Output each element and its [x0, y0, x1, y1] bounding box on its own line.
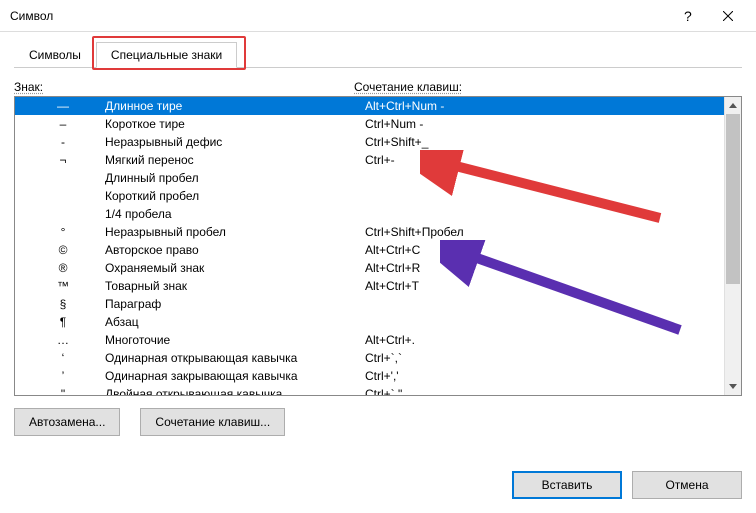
list-item[interactable]: …МноготочиеAlt+Ctrl+. [15, 331, 724, 349]
list-item-symbol: § [21, 297, 105, 311]
list-item-name: Одинарная открывающая кавычка [105, 351, 365, 365]
list-item-shortcut: Alt+Ctrl+. [365, 333, 724, 347]
help-button[interactable]: ? [668, 0, 708, 32]
list-item-shortcut: Ctrl+`," [365, 387, 724, 395]
list-item-name: Многоточие [105, 333, 365, 347]
scroll-up-button[interactable] [725, 97, 741, 114]
list-item[interactable]: ®Охраняемый знакAlt+Ctrl+R [15, 259, 724, 277]
list-item-shortcut: Ctrl+',' [365, 369, 724, 383]
tab-special-chars[interactable]: Специальные знаки [96, 42, 237, 68]
list-item-name: Неразрывный пробел [105, 225, 365, 239]
list-item-name: Одинарная закрывающая кавычка [105, 369, 365, 383]
list-item-name: Двойная открывающая кавычка [105, 387, 365, 395]
window-title: Символ [10, 9, 668, 23]
scroll-thumb[interactable] [726, 114, 740, 284]
list-item-shortcut: Ctrl+Shift+Пробел [365, 225, 724, 239]
list-item-name: Неразрывный дефис [105, 135, 365, 149]
column-header-shortcut: Сочетание клавиш: [354, 80, 462, 94]
list-item[interactable]: Длинный пробел [15, 169, 724, 187]
list-item[interactable]: Короткий пробел [15, 187, 724, 205]
list-item-name: Длинное тире [105, 99, 365, 113]
scrollbar[interactable] [724, 97, 741, 395]
tab-strip: Символы Специальные знаки [14, 40, 742, 68]
list-item[interactable]: -Неразрывный дефисCtrl+Shift+_ [15, 133, 724, 151]
list-item-name: Короткий пробел [105, 189, 365, 203]
close-button[interactable] [708, 0, 748, 32]
list-item-name: Мягкий перенос [105, 153, 365, 167]
list-item[interactable]: ‘Одинарная открывающая кавычкаCtrl+`,` [15, 349, 724, 367]
cancel-button[interactable]: Отмена [632, 471, 742, 499]
list-item[interactable]: ™Товарный знакAlt+Ctrl+T [15, 277, 724, 295]
list-item-shortcut: Alt+Ctrl+R [365, 261, 724, 275]
list-item-name: Короткое тире [105, 117, 365, 131]
list-item[interactable]: ©Авторское правоAlt+Ctrl+C [15, 241, 724, 259]
column-header-symbol: Знак: [14, 80, 43, 94]
list-item-symbol: ° [21, 225, 105, 239]
list-item-shortcut: Ctrl+`,` [365, 351, 724, 365]
list-item-name: Абзац [105, 315, 365, 329]
list-item-name: Товарный знак [105, 279, 365, 293]
list-item[interactable]: "Двойная открывающая кавычкаCtrl+`," [15, 385, 724, 395]
special-chars-listbox[interactable]: —Длинное тиреAlt+Ctrl+Num -–Короткое тир… [14, 96, 742, 396]
scroll-down-button[interactable] [725, 378, 741, 395]
list-item-symbol: " [21, 387, 105, 395]
list-item-symbol: ’ [21, 369, 105, 383]
list-item-name: Авторское право [105, 243, 365, 257]
list-item-symbol: - [21, 135, 105, 149]
list-item-name: Длинный пробел [105, 171, 365, 185]
list-item[interactable]: §Параграф [15, 295, 724, 313]
list-item-shortcut: Ctrl+- [365, 153, 724, 167]
list-item-symbol: ¬ [21, 153, 105, 167]
list-item[interactable]: —Длинное тиреAlt+Ctrl+Num - [15, 97, 724, 115]
list-item[interactable]: ¶Абзац [15, 313, 724, 331]
list-item-name: 1/4 пробела [105, 207, 365, 221]
list-item-symbol: – [21, 117, 105, 131]
tab-symbols[interactable]: Символы [14, 42, 96, 68]
list-item-symbol: ¶ [21, 315, 105, 329]
autocorrect-button[interactable]: Автозамена... [14, 408, 120, 436]
list-item-symbol: ® [21, 261, 105, 275]
list-item[interactable]: 1/4 пробела [15, 205, 724, 223]
titlebar: Символ ? [0, 0, 756, 32]
list-item-symbol: © [21, 243, 105, 257]
list-item[interactable]: °Неразрывный пробелCtrl+Shift+Пробел [15, 223, 724, 241]
insert-button[interactable]: Вставить [512, 471, 622, 499]
list-item[interactable]: –Короткое тиреCtrl+Num - [15, 115, 724, 133]
svg-text:?: ? [684, 9, 692, 23]
list-item-shortcut: Alt+Ctrl+C [365, 243, 724, 257]
list-item-shortcut: Ctrl+Shift+_ [365, 135, 724, 149]
list-item-shortcut: Alt+Ctrl+T [365, 279, 724, 293]
list-item-name: Параграф [105, 297, 365, 311]
list-item[interactable]: ¬Мягкий переносCtrl+- [15, 151, 724, 169]
list-item-symbol: ™ [21, 279, 105, 293]
list-item-symbol: ‘ [21, 351, 105, 365]
list-item-shortcut: Alt+Ctrl+Num - [365, 99, 724, 113]
list-item-symbol: — [21, 99, 105, 113]
assign-shortcut-button[interactable]: Сочетание клавиш... [140, 408, 285, 436]
list-item-symbol: … [21, 333, 105, 347]
list-item-name: Охраняемый знак [105, 261, 365, 275]
list-item[interactable]: ’Одинарная закрывающая кавычкаCtrl+',' [15, 367, 724, 385]
list-item-shortcut: Ctrl+Num - [365, 117, 724, 131]
